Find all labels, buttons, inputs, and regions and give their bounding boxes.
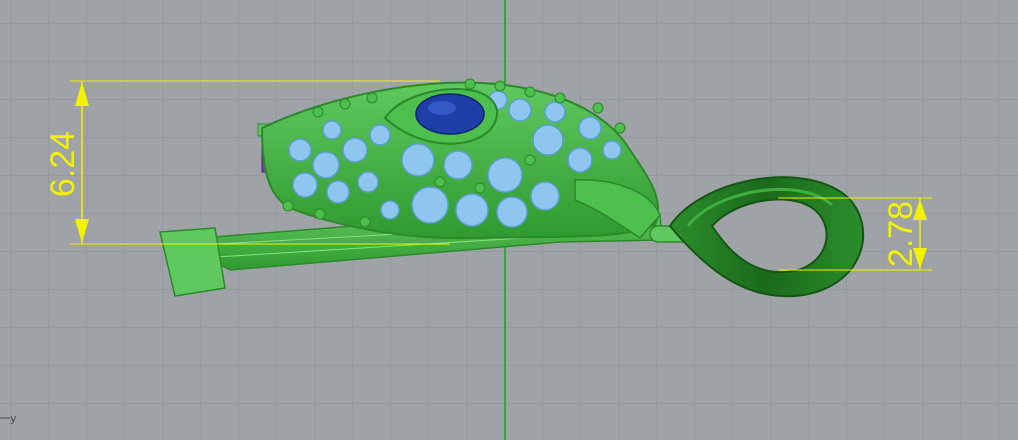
3d-viewport[interactable]: y 6.24 2.78	[0, 0, 1018, 440]
dimension-label-bail: 2.78	[882, 201, 920, 267]
viewport-canvas[interactable]: y 6.24 2.78	[0, 0, 1018, 440]
dimension-label-height: 6.24	[44, 131, 82, 197]
axis-label-y: y	[10, 412, 17, 425]
